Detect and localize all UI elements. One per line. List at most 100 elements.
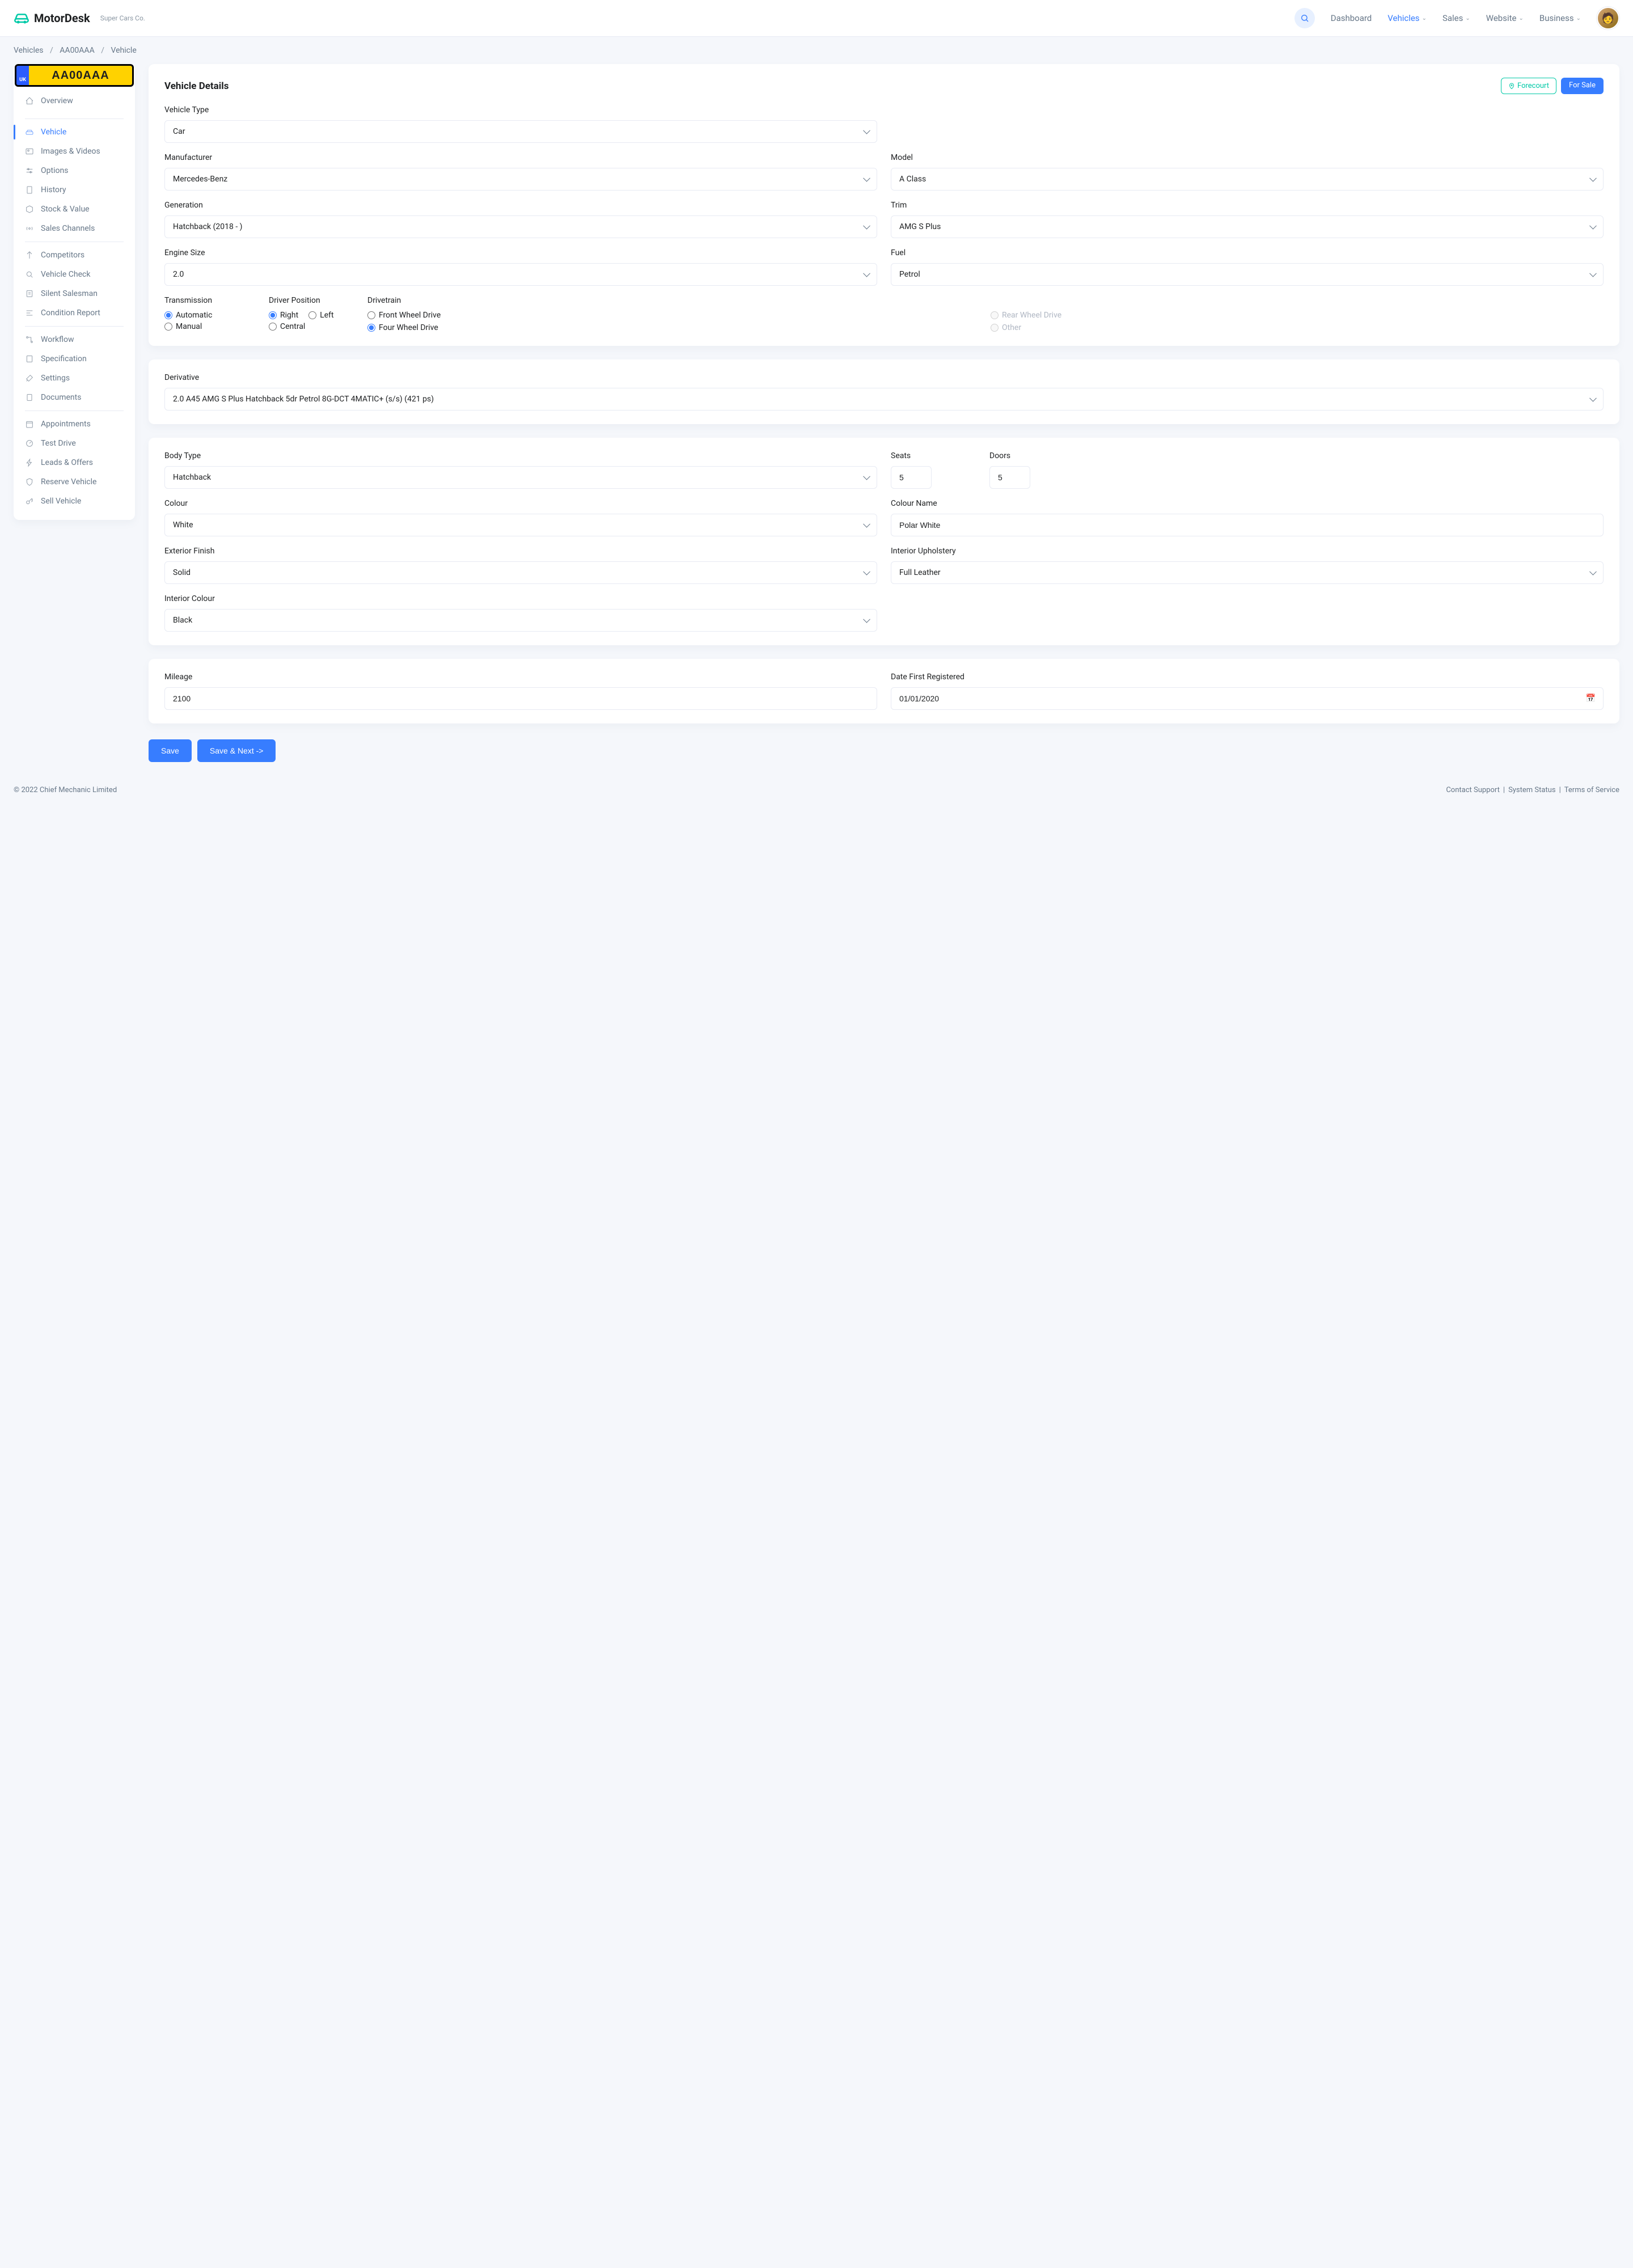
radio-fwd[interactable]: Front Wheel Drive [367, 311, 980, 320]
mileage-card: Mileage Date First Registered 📅 [149, 659, 1619, 723]
sidebar-item-competitors[interactable]: Competitors [14, 246, 135, 265]
input-cname[interactable] [891, 514, 1604, 536]
sidebar-item-appts[interactable]: Appointments [14, 414, 135, 434]
bolt-icon [25, 458, 34, 467]
nav-business[interactable]: Business ⌄ [1539, 13, 1581, 23]
radio-right[interactable]: Right [269, 311, 298, 320]
input-doors[interactable] [989, 466, 1030, 489]
label-doors: Doors [989, 451, 1074, 460]
label-drive: Drivetrain [367, 296, 1604, 305]
save-next-button[interactable]: Save & Next -> [197, 739, 276, 762]
label-body: Body Type [164, 451, 877, 460]
select-model[interactable]: A Class [891, 168, 1604, 191]
radio-central[interactable]: Central [269, 322, 305, 331]
select-intcol[interactable]: Black [164, 609, 877, 632]
chevron-down-icon: ⌄ [1465, 15, 1470, 22]
sidebar-item-workflow[interactable]: Workflow [14, 330, 135, 349]
sidebar-item-check[interactable]: Vehicle Check [14, 265, 135, 284]
select-deriv[interactable]: 2.0 A45 AMG S Plus Hatchback 5dr Petrol … [164, 388, 1604, 411]
radio-rwd[interactable]: Rear Wheel Drive [991, 311, 1604, 320]
select-trim[interactable]: AMG S Plus [891, 215, 1604, 238]
sidebar: UK AA00AAA Overview Vehicle Images & Vid… [14, 64, 135, 520]
avatar[interactable]: 🧑 [1597, 7, 1619, 29]
flow-icon [25, 335, 34, 344]
select-mfr[interactable]: Mercedes-Benz [164, 168, 877, 191]
sidebar-item-images[interactable]: Images & Videos [14, 142, 135, 161]
label-ext: Exterior Finish [164, 547, 877, 556]
crumb-vehicles[interactable]: Vehicles [14, 46, 44, 55]
calendar-icon[interactable]: 📅 [1586, 694, 1596, 703]
sidebar-item-channels[interactable]: Sales Channels [14, 219, 135, 238]
footer-support[interactable]: Contact Support [1446, 786, 1500, 794]
sidebar-item-spec[interactable]: Specification [14, 349, 135, 369]
sidebar-item-history[interactable]: History [14, 180, 135, 200]
nav-website[interactable]: Website ⌄ [1486, 13, 1524, 23]
select-uphol[interactable]: Full Leather [891, 561, 1604, 584]
key-icon [25, 497, 34, 506]
note-icon [25, 289, 34, 298]
top-nav: Dashboard Vehicles ⌄ Sales ⌄ Website ⌄ B… [1294, 7, 1619, 29]
crumb-reg[interactable]: AA00AAA [60, 46, 94, 55]
vehicle-details-card: Vehicle Details Forecourt For Sale Vehic… [149, 64, 1619, 346]
forsale-badge[interactable]: For Sale [1561, 78, 1604, 94]
footer-status[interactable]: System Status [1508, 786, 1556, 794]
sidebar-item-reserve[interactable]: Reserve Vehicle [14, 472, 135, 492]
nav-vehicles[interactable]: Vehicles ⌄ [1387, 13, 1427, 23]
footer-terms[interactable]: Terms of Service [1564, 786, 1619, 794]
search-icon [1300, 14, 1309, 23]
calendar-icon [25, 420, 34, 429]
label-mileage: Mileage [164, 672, 877, 682]
label-uphol: Interior Upholstery [891, 547, 1604, 556]
search-button[interactable] [1294, 8, 1315, 28]
sidebar-item-overview[interactable]: Overview [14, 91, 135, 111]
radio-auto[interactable]: Automatic [164, 311, 212, 320]
save-button[interactable]: Save [149, 739, 192, 762]
sidebar-item-salesman[interactable]: Silent Salesman [14, 284, 135, 303]
select-colour[interactable]: White [164, 514, 877, 536]
main: Vehicle Details Forecourt For Sale Vehic… [149, 64, 1619, 762]
input-seats[interactable] [891, 466, 932, 489]
radio-other[interactable]: Other [991, 323, 1604, 332]
brand-sub: Super Cars Co. [100, 14, 145, 22]
license-plate: UK AA00AAA [15, 64, 134, 87]
select-ext[interactable]: Solid [164, 561, 877, 584]
sidebar-item-condition[interactable]: Condition Report [14, 303, 135, 323]
logo[interactable]: MotorDesk Super Cars Co. [14, 10, 145, 26]
chevron-down-icon: ⌄ [1518, 15, 1523, 22]
input-datereg[interactable] [891, 687, 1604, 710]
select-fuel[interactable]: Petrol [891, 263, 1604, 286]
brand-name: MotorDesk [34, 11, 90, 25]
select-body[interactable]: Hatchback [164, 466, 877, 489]
radio-manual[interactable]: Manual [164, 322, 202, 331]
box-icon [25, 205, 34, 214]
label-seats: Seats [891, 451, 976, 460]
label-vtype: Vehicle Type [164, 105, 877, 115]
sidebar-item-stock[interactable]: Stock & Value [14, 200, 135, 219]
select-engine[interactable]: 2.0 [164, 263, 877, 286]
pin-icon [1508, 83, 1515, 90]
nav-sales[interactable]: Sales ⌄ [1442, 13, 1470, 23]
sidebar-item-leads[interactable]: Leads & Offers [14, 453, 135, 472]
sidebar-item-sell[interactable]: Sell Vehicle [14, 492, 135, 511]
radio-left[interactable]: Left [308, 311, 333, 320]
sidebar-item-vehicle[interactable]: Vehicle [14, 122, 135, 142]
input-mileage[interactable] [164, 687, 877, 710]
footer: © 2022 Chief Mechanic Limited Contact Su… [0, 776, 1633, 805]
sidebar-item-test[interactable]: Test Drive [14, 434, 135, 453]
select-vtype[interactable]: Car [164, 120, 877, 143]
car-icon [25, 128, 34, 137]
sidebar-item-options[interactable]: Options [14, 161, 135, 180]
copyright: © 2022 Chief Mechanic Limited [14, 786, 117, 794]
list-icon [25, 308, 34, 318]
label-deriv: Derivative [164, 373, 1604, 382]
image-icon [25, 147, 34, 156]
derivative-card: Derivative 2.0 A45 AMG S Plus Hatchback … [149, 359, 1619, 424]
label-fuel: Fuel [891, 248, 1604, 257]
crumb-current: Vehicle [111, 46, 136, 55]
sidebar-item-settings[interactable]: Settings [14, 369, 135, 388]
radio-4wd[interactable]: Four Wheel Drive [367, 323, 980, 332]
sidebar-item-docs[interactable]: Documents [14, 388, 135, 407]
nav-dashboard[interactable]: Dashboard [1331, 13, 1372, 23]
select-gen[interactable]: Hatchback (2018 - ) [164, 215, 877, 238]
forecourt-badge[interactable]: Forecourt [1501, 78, 1556, 94]
